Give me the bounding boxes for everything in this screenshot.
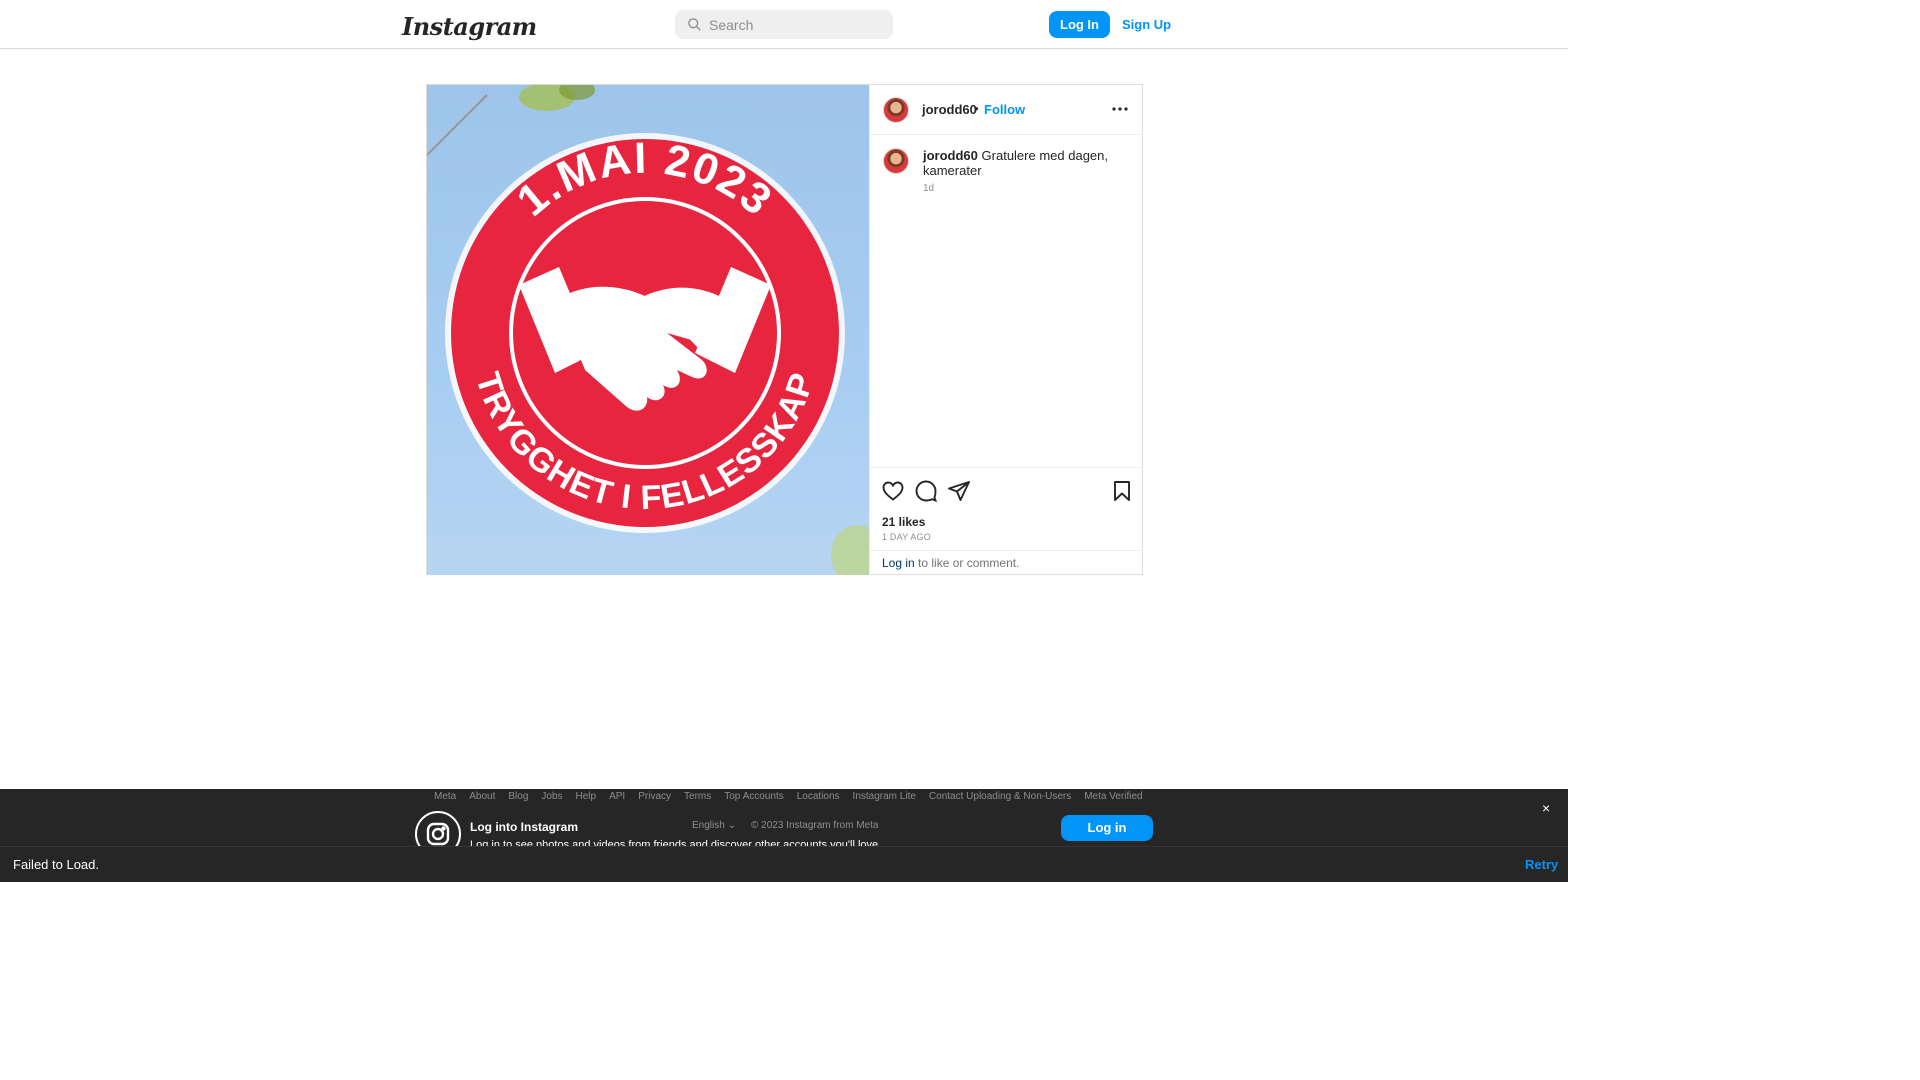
overlay-title: Log into Instagram	[470, 820, 578, 834]
search-box[interactable]	[675, 10, 893, 39]
signup-link[interactable]: Sign Up	[1122, 17, 1171, 32]
footer-link[interactable]: Help	[576, 791, 597, 802]
language-label: English	[692, 820, 725, 831]
post-image[interactable]: 1.MAI 2023 TRYGGHET I FELLESSKAP	[427, 85, 869, 575]
search-icon	[688, 18, 701, 31]
post-header: jorodd60 • Follow	[870, 85, 1143, 135]
chevron-down-icon: ⌄	[727, 820, 736, 831]
footer-link[interactable]: Terms	[684, 791, 711, 802]
error-toast: Failed to Load. Retry	[0, 846, 1568, 882]
footer-link[interactable]: Meta Verified	[1084, 791, 1142, 802]
footer-link[interactable]: About	[469, 791, 495, 802]
post-card: 1.MAI 2023 TRYGGHET I FELLESSKAP jorodd6…	[426, 84, 1143, 575]
post-caption: jorodd60 Gratulere med dagen, kamerater	[923, 148, 1133, 178]
copyright: © 2023 Instagram from Meta	[751, 820, 879, 831]
post-timestamp[interactable]: 1 DAY AGO	[882, 532, 931, 542]
author-username[interactable]: jorodd60	[922, 102, 977, 117]
post-sidebar: jorodd60 • Follow jorodd60 Gratulere med…	[869, 85, 1143, 575]
footer-link[interactable]: Meta	[434, 791, 456, 802]
language-selector[interactable]: English ⌄	[692, 820, 736, 831]
login-button[interactable]: Log In	[1049, 11, 1110, 38]
separator-dot: •	[974, 101, 979, 116]
footer-link[interactable]: Locations	[797, 791, 840, 802]
footer-link[interactable]: Instagram Lite	[853, 791, 916, 802]
retry-button[interactable]: Retry	[1525, 857, 1558, 872]
like-count[interactable]: 21 likes	[882, 515, 925, 529]
footer-link[interactable]: Contact Uploading & Non-Users	[929, 791, 1071, 802]
close-icon[interactable]: ×	[1542, 800, 1550, 816]
top-nav: Instagram Log In Sign Up	[0, 0, 1568, 49]
follow-button[interactable]: Follow	[984, 102, 1025, 117]
footer-link[interactable]: API	[609, 791, 625, 802]
search-input[interactable]	[709, 10, 885, 39]
caption-timestamp[interactable]: 1d	[923, 183, 934, 194]
footer-link[interactable]: Jobs	[541, 791, 562, 802]
post-image-graphic: 1.MAI 2023 TRYGGHET I FELLESSKAP	[427, 85, 869, 575]
login-suffix: to like or comment.	[914, 556, 1020, 570]
login-link[interactable]: Log in	[882, 556, 915, 570]
more-options-icon[interactable]	[1110, 101, 1130, 117]
overlay-login-button[interactable]: Log in	[1061, 815, 1153, 841]
bookmark-icon[interactable]	[1110, 479, 1134, 503]
caption-avatar[interactable]	[883, 148, 909, 174]
footer-links: Meta About Blog Jobs Help API Privacy Te…	[434, 791, 1143, 802]
comment-icon[interactable]	[914, 479, 938, 503]
post-actions: 21 likes 1 DAY AGO	[870, 467, 1143, 553]
heart-icon[interactable]	[881, 479, 905, 503]
send-icon[interactable]	[947, 479, 971, 503]
footer-link[interactable]: Blog	[508, 791, 528, 802]
instagram-logo[interactable]: Instagram	[402, 12, 537, 41]
author-avatar[interactable]	[883, 97, 909, 123]
caption-username[interactable]: jorodd60	[923, 148, 978, 163]
login-to-comment: Log in to like or comment.	[870, 550, 1143, 575]
toast-message: Failed to Load.	[13, 857, 100, 872]
footer-link[interactable]: Top Accounts	[724, 791, 783, 802]
footer-link[interactable]: Privacy	[638, 791, 671, 802]
